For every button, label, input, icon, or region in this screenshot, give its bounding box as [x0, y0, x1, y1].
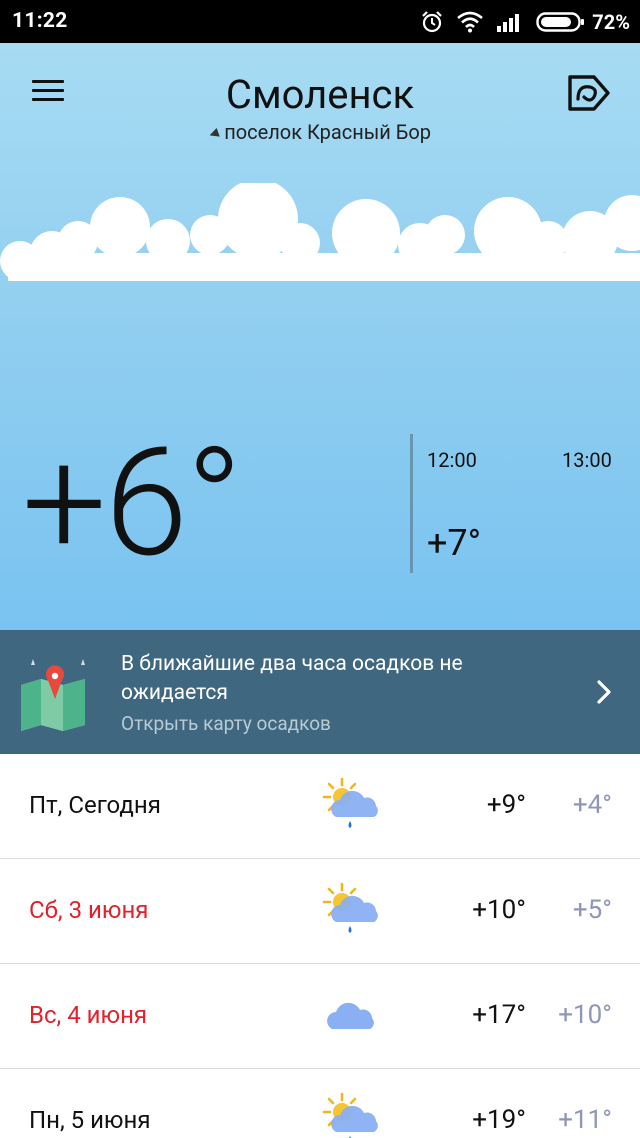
forecast-min-temp: +5°	[572, 895, 612, 925]
forecast-row[interactable]: Сб, 3 июня +10° +5°	[0, 859, 640, 964]
cloud-icon	[327, 1002, 374, 1029]
precipitation-banner[interactable]: В ближайшие два часа осадков не ожидаетс…	[0, 630, 640, 754]
forecast-max-temp: +19°	[472, 1105, 526, 1135]
forecast-row[interactable]: Пн, 5 июня +19° +11°	[0, 1069, 640, 1138]
status-icons: 72%	[408, 7, 630, 37]
current-temperature: +6°	[22, 415, 243, 591]
location-line[interactable]: ◀ поселок Красный Бор	[0, 120, 640, 144]
forecast-min-temp: +11°	[558, 1105, 612, 1135]
daily-forecast-list: Пт, Сегодня +9° +4° Сб, 3 июня +10° +5° …	[0, 754, 640, 1138]
forecast-day: Сб, 3 июня	[29, 896, 149, 924]
location-name: поселок Красный Бор	[224, 120, 431, 144]
forecast-min-temp: +4°	[572, 790, 612, 820]
forecast-max-temp: +17°	[472, 1000, 526, 1030]
hourly-divider	[410, 434, 413, 573]
partly-cloudy-rain-icon	[322, 777, 378, 828]
battery-percent: 72%	[592, 10, 630, 34]
hour-time: 12:00	[427, 448, 477, 472]
forecast-max-temp: +10°	[472, 895, 526, 925]
brand-button[interactable]	[566, 73, 612, 113]
alarm-icon	[422, 11, 443, 33]
hour-time: 13:00	[562, 448, 612, 472]
cloud-decoration	[0, 183, 640, 283]
forecast-day: Пт, Сегодня	[29, 791, 161, 819]
city-name[interactable]: Смоленск	[0, 71, 640, 118]
current-weather-panel: Смоленск ◀ поселок Красный Бор +6° 12:00…	[0, 43, 640, 630]
status-bar: 11:22 72%	[0, 0, 640, 43]
forecast-day: Вс, 4 июня	[29, 1001, 148, 1029]
forecast-row[interactable]: Пт, Сегодня +9° +4°	[0, 754, 640, 859]
precipitation-message: В ближайшие два часа осадков не ожидаетс…	[121, 652, 463, 705]
signal-icon	[497, 14, 520, 32]
yandex-weather-brand-icon	[568, 75, 610, 111]
forecast-row[interactable]: Вс, 4 июня +17° +10°	[0, 964, 640, 1069]
hour-temp: +7°	[427, 522, 482, 564]
forecast-max-temp: +9°	[486, 790, 526, 820]
precipitation-map-icon	[21, 659, 85, 731]
battery-icon	[536, 12, 585, 32]
forecast-min-temp: +10°	[558, 1000, 612, 1030]
precipitation-map-link[interactable]: Открыть карту осадков	[121, 712, 331, 735]
location-arrow-icon: ◀	[206, 124, 221, 142]
status-time: 11:22	[12, 9, 68, 33]
partly-cloudy-rain-icon	[322, 1092, 378, 1138]
wifi-icon	[457, 11, 484, 33]
chevron-right-icon	[597, 680, 611, 704]
forecast-day: Пн, 5 июня	[29, 1106, 151, 1134]
partly-cloudy-rain-icon	[322, 882, 378, 933]
